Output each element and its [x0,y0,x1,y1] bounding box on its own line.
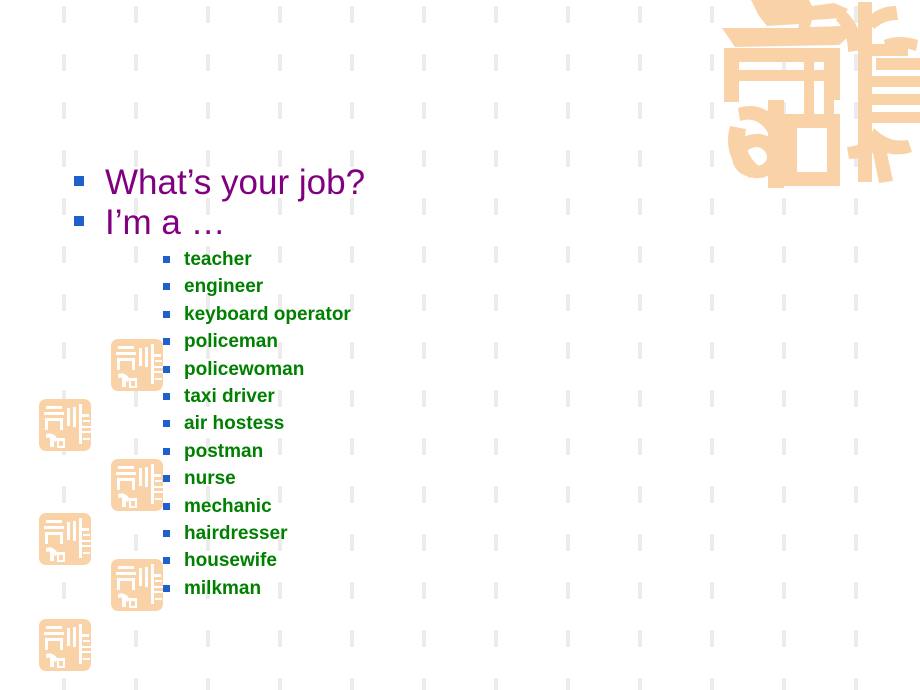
bullet-square-icon [163,365,170,373]
bullet-square-icon [163,256,170,263]
bullet-square-icon [163,420,170,428]
list-item: milkman [163,575,351,602]
bullet-square-icon [163,310,170,318]
list-item: housewife [163,547,351,574]
bullet-square-icon [163,502,170,510]
job-label: policewoman [184,358,305,380]
list-item: taxi driver [163,383,351,410]
bullet-square-icon [163,530,170,538]
bullet-level1-label: I’m a … [105,203,226,242]
job-label: air hostess [184,413,285,435]
list-item: nurse [163,465,351,492]
job-label: taxi driver [184,386,275,408]
slide-content: What’s your job? I’m a … teacher enginee… [0,0,920,690]
bullet-level1-question: What’s your job? [74,162,365,203]
bullet-square-icon [163,584,170,592]
list-item: air hostess [163,410,351,437]
list-item: policewoman [163,356,351,383]
job-label: keyboard operator [184,303,351,325]
list-item: engineer [163,273,351,300]
job-label: teacher [184,249,252,270]
list-item: hairdresser [163,520,351,547]
job-label: housewife [184,550,277,572]
bullet-square-icon [163,393,170,401]
job-label: policeman [184,331,278,353]
job-label: nurse [184,468,236,490]
job-label: postman [184,440,264,462]
bullet-square-icon [163,283,170,291]
bullet-square-icon [163,475,170,483]
bullet-square-icon [74,216,84,226]
bullet-square-icon [163,447,170,455]
list-item: mechanic [163,493,351,520]
bullet-level1-label: What’s your job? [105,163,366,202]
job-label: hairdresser [184,523,288,545]
bullet-square-icon [74,176,84,186]
slide-canvas: What’s your job? I’m a … teacher enginee… [0,0,920,690]
list-item: policeman [163,328,351,355]
bullet-square-icon [163,557,170,565]
bullet-level1-answer: I’m a … [74,202,226,243]
list-item: postman [163,438,351,465]
job-label: milkman [184,577,262,599]
bullet-square-icon [163,338,170,346]
job-label: mechanic [184,495,272,517]
job-list: teacher engineer keyboard operator polic… [163,246,351,602]
job-label: engineer [184,276,264,298]
list-item: keyboard operator [163,301,351,328]
list-item: teacher [163,246,351,273]
